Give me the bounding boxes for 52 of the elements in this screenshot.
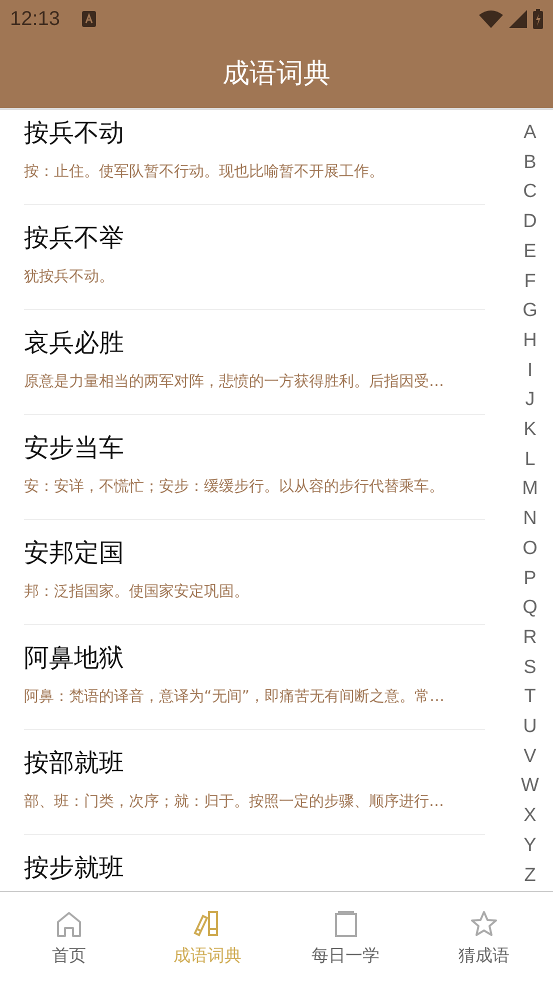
index-letter[interactable]: S <box>524 652 536 682</box>
star-icon <box>470 910 498 938</box>
index-letter[interactable]: Y <box>524 830 536 861</box>
index-letter[interactable]: B <box>524 148 536 178</box>
index-letter[interactable]: M <box>522 474 538 504</box>
idiom-title[interactable]: 安邦定国 <box>24 533 124 573</box>
notification-icon <box>82 11 96 27</box>
idiom-title[interactable]: 按兵不举 <box>24 218 124 258</box>
index-letter[interactable]: O <box>522 534 538 564</box>
index-letter[interactable]: P <box>524 564 536 594</box>
app-title: 成语词典 <box>222 57 330 91</box>
nav-tab[interactable]: 首页 <box>0 892 138 984</box>
index-letter[interactable]: X <box>524 801 536 831</box>
index-letter[interactable]: Z <box>524 860 536 890</box>
index-letter[interactable]: J <box>525 385 535 416</box>
index-letter[interactable]: Q <box>522 593 538 623</box>
index-letter[interactable]: T <box>524 682 536 712</box>
index-letter[interactable]: C <box>523 177 537 208</box>
idiom-description: 按：止住。使军队暂不行动。现也比喻暂不开展工作。 <box>24 161 384 181</box>
index-letter[interactable]: E <box>524 236 536 267</box>
index-letter[interactable]: G <box>522 296 538 326</box>
idiom-description: 原意是力量相当的两军对阵，悲愤的一方获得胜利。后指因受… <box>24 371 444 391</box>
idiom-description: 犹按兵不动。 <box>24 266 114 286</box>
idiom-title[interactable]: 阿鼻地狱 <box>24 638 124 678</box>
index-letter[interactable]: A <box>524 118 536 148</box>
index-letter[interactable]: L <box>524 444 536 474</box>
index-letter[interactable]: U <box>523 712 537 742</box>
index-letter[interactable]: N <box>523 504 537 534</box>
index-letter[interactable]: W <box>521 771 539 802</box>
wifi-icon <box>479 10 503 28</box>
index-letter[interactable]: V <box>524 742 536 772</box>
nav-tab[interactable]: 每日一学 <box>276 892 415 984</box>
index-letter[interactable]: K <box>524 415 536 445</box>
nav-tab[interactable]: 猜成语 <box>414 892 553 984</box>
idiom-title[interactable]: 按兵不动 <box>24 113 124 153</box>
home-icon <box>55 910 84 938</box>
idiom-title[interactable]: 按部就班 <box>24 743 124 783</box>
index-letter[interactable]: I <box>527 356 533 386</box>
idiom-description: 部、班：门类，次序；就：归于。按照一定的步骤、顺序进行… <box>24 791 444 811</box>
idiom-description: 阿鼻：梵语的译音，意译为“无间”，即痛苦无有间断之意。常… <box>24 686 445 706</box>
battery-icon <box>533 9 543 29</box>
signal-icon <box>509 10 527 28</box>
idiom-title[interactable]: 安步当车 <box>24 428 124 468</box>
idiom-title[interactable]: 按步就班 <box>24 848 124 888</box>
index-letter[interactable]: R <box>523 622 537 653</box>
idiom-description: 安：安详，不慌忙；安步：缓缓步行。以从容的步行代替乘车。 <box>24 476 444 496</box>
idiom-description: 邦：泛指国家。使国家安定巩固。 <box>24 581 249 601</box>
index-letter[interactable]: F <box>524 266 536 296</box>
status-time: 12:13 <box>10 8 60 30</box>
idiom-title[interactable]: 哀兵必胜 <box>24 323 124 363</box>
index-letter[interactable]: D <box>523 207 537 237</box>
index-letter[interactable]: H <box>523 326 537 356</box>
